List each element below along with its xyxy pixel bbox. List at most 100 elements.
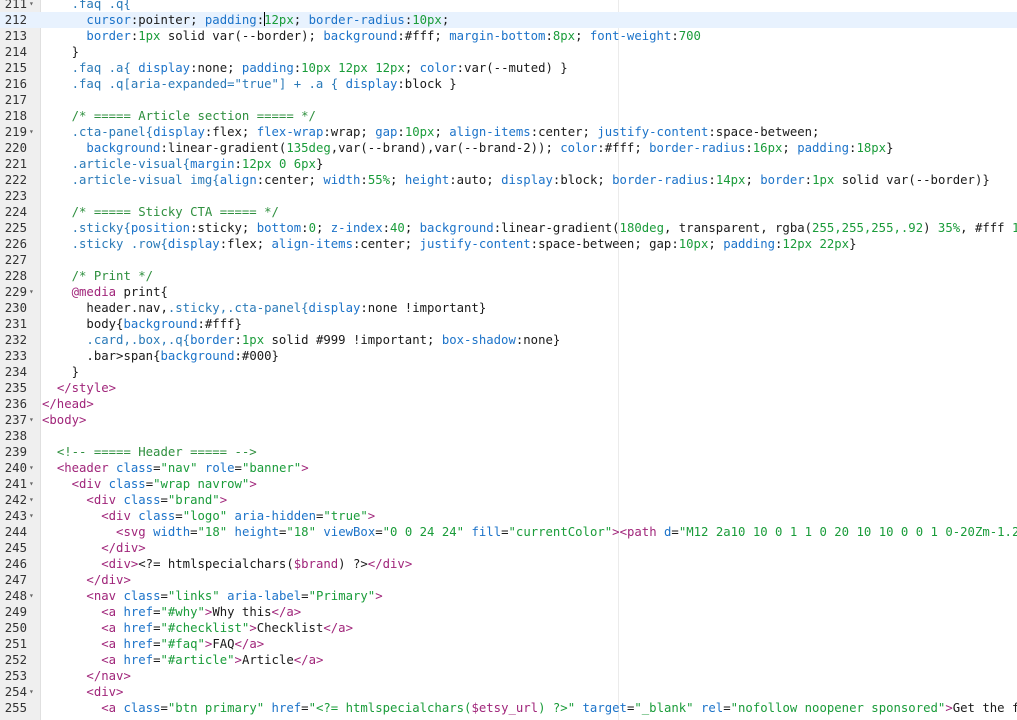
code-token: :: [397, 125, 405, 139]
code-line[interactable]: 220 background:linear-gradient(135deg,va…: [0, 140, 1017, 156]
code-line[interactable]: 226 .sticky .row{display:flex; align-ite…: [0, 236, 1017, 252]
code-editor[interactable]: 211 ▾ .faq .q{212 cursor:pointer; padding…: [0, 0, 1017, 720]
line-text: .article-visual{margin:12px 0 6px}: [42, 156, 324, 172]
line-number: 242: [4, 493, 27, 507]
fold-toggle-icon[interactable]: ▾: [29, 476, 34, 492]
line-number: 214: [4, 45, 27, 59]
code-token: /* ===== Article section ===== */: [71, 109, 316, 123]
fold-toggle-icon[interactable]: ▾: [29, 492, 34, 508]
code-line[interactable]: 213 border: 1px solid var(--border); back…: [0, 28, 1017, 44]
fold-toggle-icon[interactable]: ▾: [29, 412, 34, 428]
code-token: ;: [315, 221, 331, 235]
code-line[interactable]: 246 <div><?= htmlspecialchars($brand) ?>…: [0, 556, 1017, 572]
code-line[interactable]: 214 }: [0, 44, 1017, 60]
code-line[interactable]: 215 .faq .a{ display:none; padding:10px …: [0, 60, 1017, 76]
code-token: :auto;: [449, 173, 502, 187]
code-token: <a: [101, 605, 124, 619]
code-token: ;: [782, 141, 798, 155]
code-token: "links": [167, 589, 220, 603]
code-line[interactable]: 240 ▾ <header class="nav" role="banner">: [0, 460, 1017, 476]
code-token: ;: [708, 237, 724, 251]
code-line[interactable]: 221 .article-visual{margin:12px 0 6px}: [0, 156, 1017, 172]
code-line[interactable]: 241 ▾ <div class="wrap navrow">: [0, 476, 1017, 492]
code-line[interactable]: 222 .article-visual img{align:center; wi…: [0, 172, 1017, 188]
fold-toggle-icon[interactable]: ▾: [29, 0, 34, 12]
code-line[interactable]: 239 <!-- ===== Header ===== -->: [0, 444, 1017, 460]
code-line[interactable]: 233 .bar>span{background:#000}: [0, 348, 1017, 364]
code-line[interactable]: 253 </nav>: [0, 668, 1017, 684]
code-line[interactable]: 225 .sticky{position:sticky; bottom:0; z…: [0, 220, 1017, 236]
code-token: "currentColor": [508, 525, 613, 539]
code-line[interactable]: 228 /* Print */: [0, 268, 1017, 284]
code-line[interactable]: 227: [0, 252, 1017, 268]
code-token: 10px: [678, 237, 709, 251]
code-line[interactable]: 219 ▾ .cta-panel{display:flex; flex-wrap:…: [0, 124, 1017, 140]
code-line[interactable]: 242 ▾ <div class="brand">: [0, 492, 1017, 508]
code-token: }: [42, 365, 80, 379]
code-token: aria-label: [227, 589, 302, 603]
code-line[interactable]: 230 header.nav,.sticky,.cta-panel{displa…: [0, 300, 1017, 316]
code-token: :linear-gradient(: [160, 141, 287, 155]
code-token: "18": [197, 525, 228, 539]
code-line[interactable]: 232 .card,.box,.q{border:1px solid #999 …: [0, 332, 1017, 348]
code-token: viewBox: [323, 525, 376, 539]
code-line[interactable]: 252 <a href="#article">Article</a>: [0, 652, 1017, 668]
code-token: class: [108, 477, 146, 491]
line-text: }: [42, 364, 79, 380]
code-line[interactable]: 224 /* ===== Sticky CTA ===== */: [0, 204, 1017, 220]
code-line[interactable]: 229 ▾ @media print{: [0, 284, 1017, 300]
code-line[interactable]: 217: [0, 92, 1017, 108]
code-line[interactable]: 236 </head>: [0, 396, 1017, 412]
code-line[interactable]: 234 }: [0, 364, 1017, 380]
line-text: .sticky{position:sticky; bottom:0; z-ind…: [42, 220, 1017, 236]
code-line[interactable]: 255 <a class="btn primary" href="<?= htm…: [0, 700, 1017, 716]
code-token: >: [301, 461, 309, 475]
code-line[interactable]: 247 </div>: [0, 572, 1017, 588]
fold-toggle-icon[interactable]: ▾: [29, 284, 34, 300]
line-text: <div class="wrap navrow">: [42, 476, 257, 492]
code-line[interactable]: 238: [0, 428, 1017, 444]
code-line[interactable]: 243 ▾ <div class="logo" aria-hidden="true…: [0, 508, 1017, 524]
code-line[interactable]: 245 </div>: [0, 540, 1017, 556]
code-token: ;: [745, 173, 761, 187]
line-number: 253: [4, 669, 27, 683]
fold-toggle-icon[interactable]: ▾: [29, 124, 34, 140]
code-line[interactable]: 254 ▾ <div>: [0, 684, 1017, 700]
code-line[interactable]: 231 body{background:#fff}: [0, 316, 1017, 332]
code-line[interactable]: 211 ▾ .faq .q{: [0, 0, 1017, 12]
code-line[interactable]: 249 <a href="#why">Why this</a>: [0, 604, 1017, 620]
code-line[interactable]: 251 <a href="#faq">FAQ</a>: [0, 636, 1017, 652]
code-line[interactable]: 216 .faq .q[aria-expanded="true"] + .a {…: [0, 76, 1017, 92]
code-line[interactable]: 223: [0, 188, 1017, 204]
code-token: 16px: [752, 141, 783, 155]
code-token: "brand": [167, 493, 220, 507]
code-line[interactable]: 235 </style>: [0, 380, 1017, 396]
code-token: .sticky{: [71, 221, 131, 235]
code-token: 12px 22px: [782, 237, 850, 251]
code-token: , transparent, rgba(: [663, 221, 813, 235]
code-line[interactable]: 237 ▾ <body>: [0, 412, 1017, 428]
code-token: display: [308, 301, 361, 315]
code-line[interactable]: 218 /* ===== Article section ===== */: [0, 108, 1017, 124]
fold-toggle-icon[interactable]: ▾: [29, 460, 34, 476]
code-token: margin-bottom: [449, 29, 546, 43]
code-line[interactable]: 250 <a href="#checklist">Checklist</a>: [0, 620, 1017, 636]
code-line[interactable]: 248 ▾ <nav class="links" aria-label="Prim…: [0, 588, 1017, 604]
code-token: >: [375, 589, 383, 603]
code-token: </a>: [323, 621, 353, 635]
line-number: 249: [4, 605, 27, 619]
code-token: display: [138, 61, 191, 75]
code-line[interactable]: 212 cursor:pointer; padding:12px; border…: [0, 12, 1017, 28]
code-token: .nav: [130, 301, 161, 315]
code-token: class: [123, 589, 161, 603]
fold-toggle-icon[interactable]: ▾: [29, 588, 34, 604]
fold-toggle-icon[interactable]: ▾: [29, 508, 34, 524]
code-line[interactable]: 244 <svg width="18" height="18" viewBox=…: [0, 524, 1017, 540]
line-number: 222: [4, 173, 27, 187]
fold-toggle-icon[interactable]: ▾: [29, 684, 34, 700]
code-lines[interactable]: 211 ▾ .faq .q{212 cursor:pointer; padding…: [0, 0, 1017, 716]
